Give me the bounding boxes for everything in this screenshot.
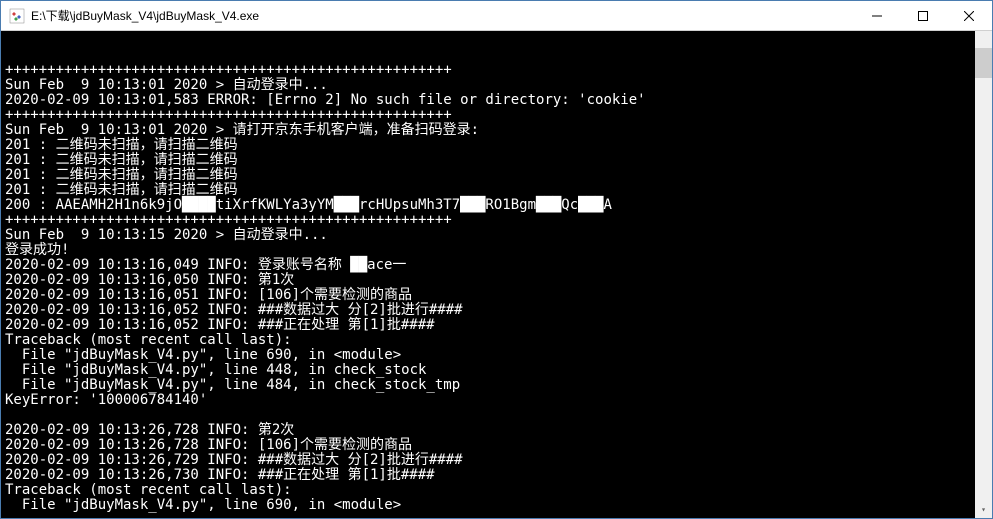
console-output[interactable]: ++++++++++++++++++++++++++++++++++++++++…: [1, 31, 992, 518]
scroll-down-button[interactable]: ▾: [975, 501, 992, 518]
close-button[interactable]: [946, 1, 992, 30]
window-title: E:\下载\jdBuyMask_V4\jdBuyMask_V4.exe: [31, 7, 854, 24]
console-text: ++++++++++++++++++++++++++++++++++++++++…: [5, 63, 988, 513]
window-titlebar[interactable]: E:\下载\jdBuyMask_V4\jdBuyMask_V4.exe: [1, 1, 992, 31]
scroll-thumb[interactable]: [975, 48, 992, 78]
app-icon: [9, 8, 25, 24]
maximize-button[interactable]: [900, 1, 946, 30]
minimize-button[interactable]: [854, 1, 900, 30]
window-controls: [854, 1, 992, 30]
vertical-scrollbar[interactable]: ▴ ▾: [975, 31, 992, 518]
